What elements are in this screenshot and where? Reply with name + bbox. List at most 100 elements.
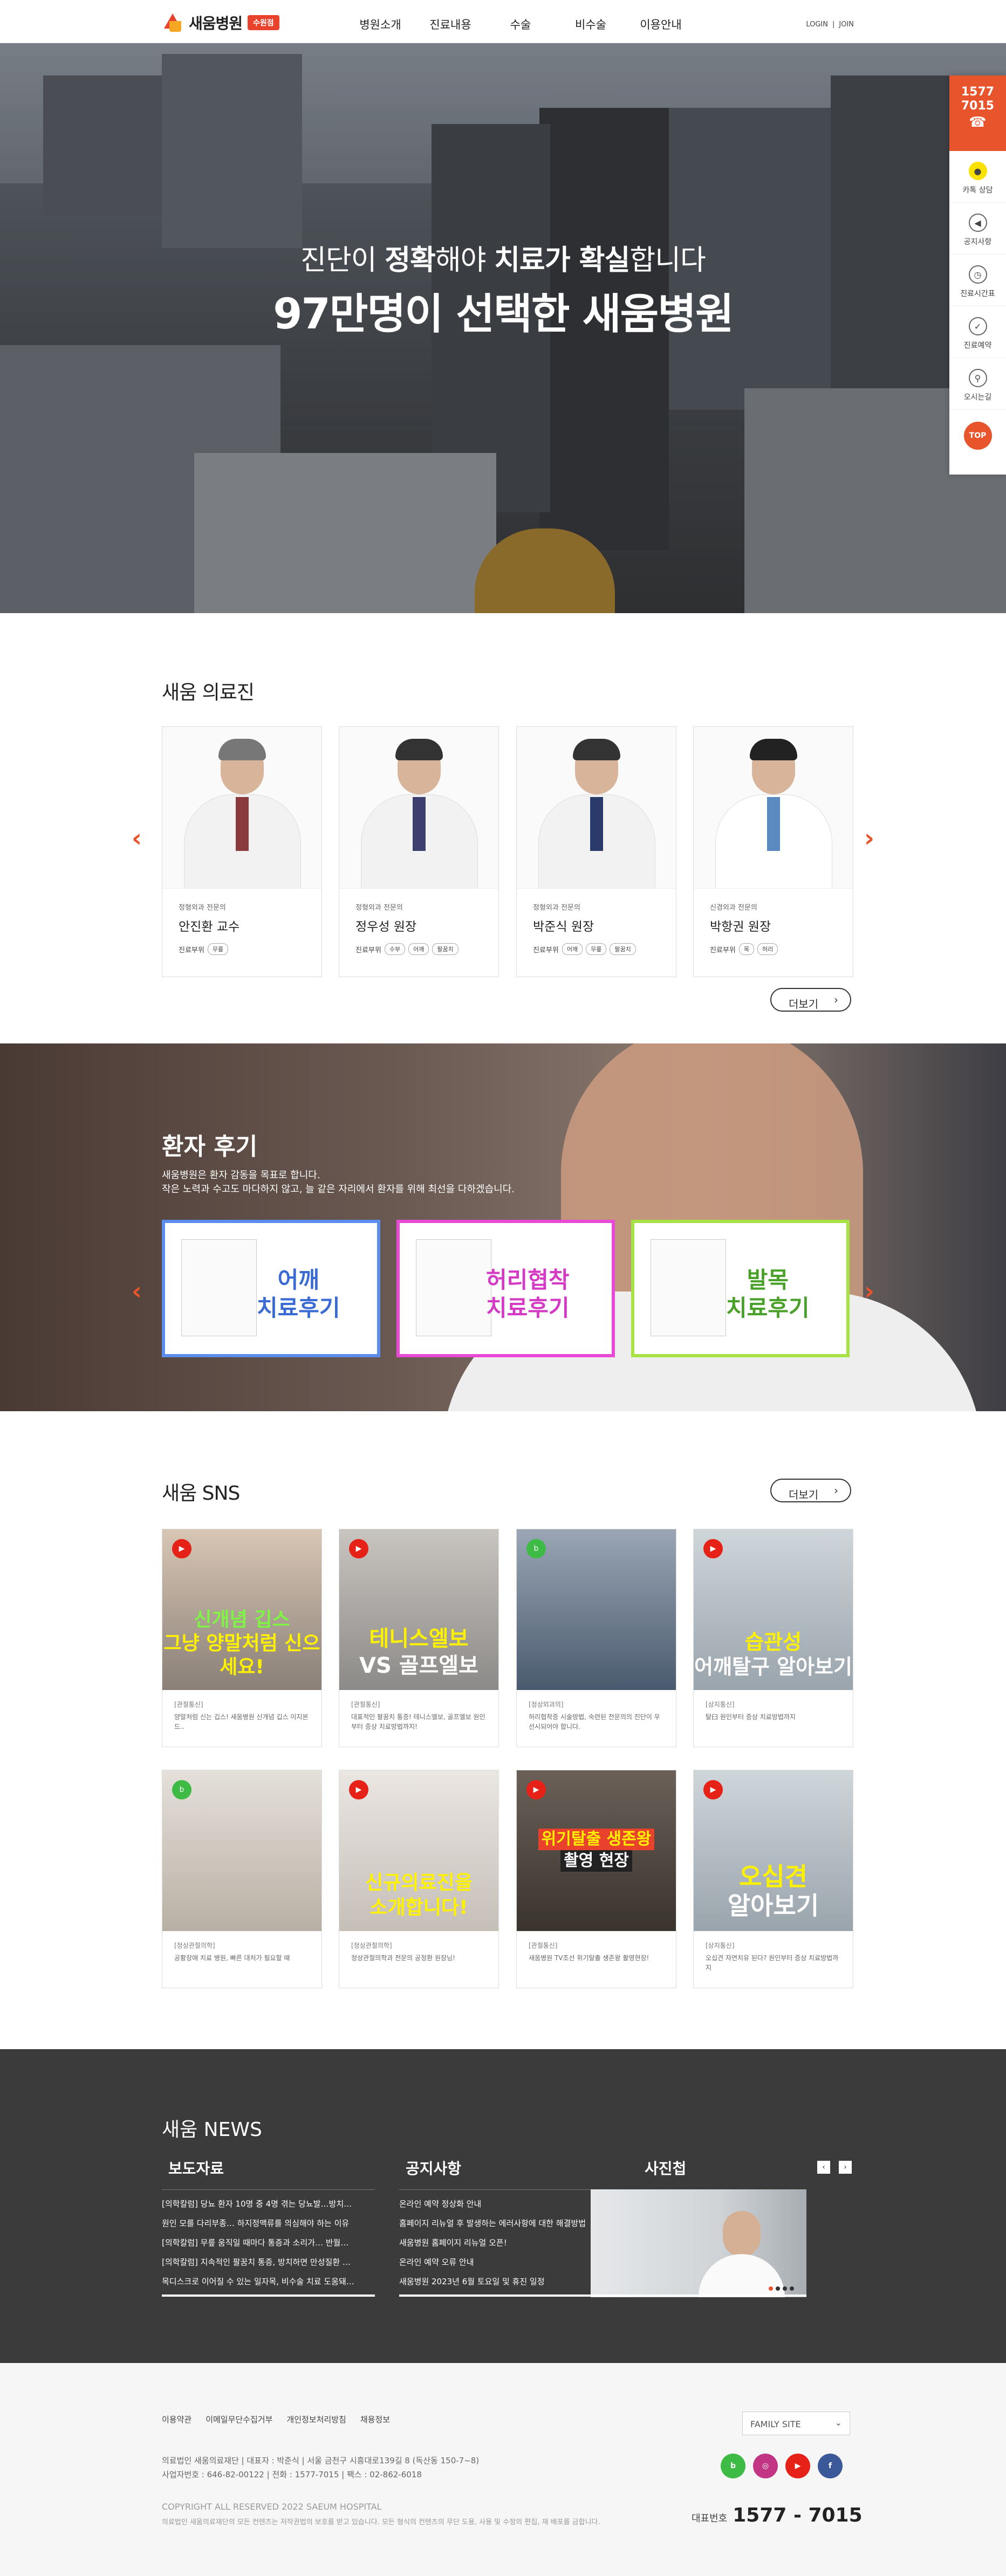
- nav-item-treatment[interactable]: 진료내용: [415, 16, 485, 32]
- doctors-more-button[interactable]: 더보기 ›: [770, 988, 851, 1012]
- sns-text: 대표적인 팔꿈치 통증! 테니스엘보, 골프엘보 원인부터 증상 치료방법까지!: [351, 1713, 485, 1730]
- youtube-icon[interactable]: ▶: [785, 2454, 810, 2478]
- notice-item[interactable]: 홈페이지 리뉴얼 후 발생하는 에러사항에 대한 해결방법: [399, 2214, 612, 2233]
- review-section: 환자 후기 새움병원은 환자 감동을 목표로 합니다. 작은 노력과 수고도 마…: [0, 1043, 1006, 1411]
- press-item[interactable]: [의학칼럼] 당뇨 환자 10명 중 4명 겪는 당뇨발…방치…: [162, 2194, 375, 2214]
- sns-card[interactable]: b [정상외과의] 허리협착증 시술방법, 숙련된 전문의의 진단이 우선시되어…: [516, 1529, 676, 1747]
- sns-card[interactable]: ▶ 신규의료진을 소개합니다! [정상관절의학] 정상관절의학과 전문의 공정환 …: [339, 1770, 499, 1988]
- family-site-select[interactable]: FAMILY SITE ⌄: [742, 2412, 850, 2435]
- notice-item[interactable]: 새움병원 2023년 6월 토요일 및 휴진 일정: [399, 2272, 612, 2291]
- area-tag: 팔꿈치: [432, 943, 458, 955]
- notice-underline: [399, 2295, 612, 2297]
- sns-text: 허리협착증 시술방법, 숙련된 전문의의 진단이 우선시되어야 합니다.: [529, 1713, 660, 1730]
- notice-item[interactable]: 온라인 예약 오류 안내: [399, 2252, 612, 2272]
- review-card-spine[interactable]: 허리협착 치료후기: [396, 1220, 615, 1357]
- quick-reservation[interactable]: ✓ 진료예약: [949, 306, 1006, 358]
- footer-sns: b ◎ ▶ f: [721, 2454, 843, 2478]
- doctor-card[interactable]: 정형외과 전문의 박준식 원장 진료부위 어깨 무릎 팔꿈치: [516, 726, 676, 977]
- photo-next-button[interactable]: ›: [839, 2161, 852, 2174]
- review-document: [181, 1239, 257, 1336]
- sns-category: [정상관절의학]: [351, 1942, 392, 1949]
- nav-item-non-surgery[interactable]: 비수술: [556, 16, 626, 32]
- map-pin-icon: ⚲: [968, 369, 987, 387]
- sns-card[interactable]: ▶ 오십견 알아보기 [상지통신] 오십견 자연치유 된다? 원인부터 증상 치료…: [693, 1770, 853, 1988]
- quick-phone[interactable]: 1577 7015 ☎: [949, 75, 1006, 151]
- sns-category: [상지통신]: [706, 1942, 735, 1949]
- doctor-card[interactable]: 신경외과 전문의 박항권 원장 진료부위 목 허리: [693, 726, 853, 977]
- nav-item-guide[interactable]: 이용안내: [626, 16, 696, 32]
- sns-thumbnail: ▶ 테니스엘보 VS 골프엘보: [339, 1529, 498, 1690]
- login-link[interactable]: LOGIN: [806, 20, 828, 29]
- youtube-icon: ▶: [349, 1539, 368, 1558]
- review-card-shoulder[interactable]: 어깨 치료후기: [162, 1220, 380, 1357]
- review-prev-arrow-icon[interactable]: ‹: [132, 1276, 142, 1306]
- photo-underline: [591, 2295, 806, 2297]
- area-tag: 허리: [757, 943, 778, 955]
- review-card-label: 발목 치료후기: [726, 1267, 810, 1321]
- press-item[interactable]: [의학칼럼] 지속적인 팔꿈치 통증, 방치하면 만성질환 …: [162, 2252, 375, 2272]
- site-header: 새움병원 수원점 병원소개 진료내용 수술 비수술 이용안내 LOGIN | J…: [0, 0, 1006, 43]
- doctor-photo: [162, 727, 321, 889]
- sns-thumbnail: b: [517, 1529, 676, 1690]
- photo-slide[interactable]: [591, 2189, 806, 2297]
- quick-schedule[interactable]: ◷ 진료시간표: [949, 255, 1006, 306]
- site-footer: 이용약관 이메일무단수집거부 개인정보처리방침 채용정보 의료법인 새움의료재단…: [0, 2363, 1006, 2576]
- doctor-photo: [694, 727, 853, 889]
- sns-thumbnail: ▶ 신개념 깁스 그냥 양말처럼 신으세요!: [162, 1529, 321, 1690]
- hero-title: 진단이 정확해야 치료가 확실합니다: [300, 244, 706, 277]
- doctor-card[interactable]: 정형외과 전문의 정우성 원장 진료부위 수부 어깨 팔꿈치: [339, 726, 499, 977]
- press-item[interactable]: [의학칼럼] 무릎 움직일 때마다 통증과 소리가… 반월…: [162, 2233, 375, 2252]
- sns-thumbnail: ▶ 위기탈출 생존왕촬영 현장: [517, 1770, 676, 1931]
- quick-location[interactable]: ⚲ 오시는길: [949, 358, 1006, 410]
- sns-text: 양말처럼 신는 깁스! 새움병원 신개념 깁스 이지본드..: [174, 1713, 309, 1730]
- sns-thumbnail: ▶ 습관성 어깨탈구 알아보기: [694, 1529, 853, 1690]
- notice-item[interactable]: 온라인 예약 정상화 안내: [399, 2194, 612, 2214]
- quick-notice[interactable]: ◀ 공지사항: [949, 203, 1006, 255]
- logo-text: 새움병원: [189, 15, 243, 32]
- sns-category: [관절통신]: [174, 1701, 203, 1708]
- photo-prev-button[interactable]: ‹: [817, 2161, 830, 2174]
- notice-item[interactable]: 새움병원 홈페이지 리뉴얼 오픈!: [399, 2233, 612, 2252]
- top-button[interactable]: TOP: [963, 422, 992, 450]
- sns-card[interactable]: ▶ 신개념 깁스 그냥 양말처럼 신으세요! [관절통신] 양말처럼 신는 깁스!…: [162, 1529, 322, 1747]
- sns-card[interactable]: ▶ 테니스엘보 VS 골프엘보 [관절통신] 대표적인 팔꿈치 통증! 테니스엘보…: [339, 1529, 499, 1747]
- news-section: 새움 NEWS 보도자료 [의학칼럼] 당뇨 환자 10명 중 4명 겪는 당뇨…: [0, 2049, 1006, 2363]
- nav-item-about[interactable]: 병원소개: [345, 16, 415, 32]
- doctor-area-label: 진료부위: [710, 946, 736, 954]
- blog-icon[interactable]: b: [721, 2454, 745, 2478]
- sns-category: [상지통신]: [706, 1701, 735, 1708]
- footer-link-privacy[interactable]: 개인정보처리방침: [286, 2414, 346, 2425]
- sns-more-button[interactable]: 더보기 ›: [770, 1479, 851, 1502]
- footer-link-terms[interactable]: 이용약관: [162, 2414, 191, 2425]
- sns-card[interactable]: ▶ 위기탈출 생존왕촬영 현장 [관절통신] 새움병원 TV조선 위기탈출 생존…: [516, 1770, 676, 1988]
- review-card-ankle[interactable]: 발목 치료후기: [631, 1220, 850, 1357]
- sns-text: 새움병원 TV조선 위기탈출 생존왕 촬영현장!: [529, 1954, 649, 1962]
- hero-building: [162, 54, 302, 248]
- review-next-arrow-icon[interactable]: ›: [864, 1276, 874, 1306]
- util-menu: LOGIN | JOIN: [806, 20, 854, 29]
- press-item[interactable]: 원인 모를 다리부종… 하지정맥류를 의심해야 하는 이유: [162, 2214, 375, 2233]
- sns-card[interactable]: b [정상관절의학] 공황장애 치료 병원, 빠른 대처가 필요할 때: [162, 1770, 322, 1988]
- instagram-icon[interactable]: ◎: [753, 2454, 778, 2478]
- footer-link-recruit[interactable]: 채용정보: [360, 2414, 390, 2425]
- sns-card[interactable]: ▶ 습관성 어깨탈구 알아보기 [상지통신] 탈臼 원인부터 증상 치료방법까지: [693, 1529, 853, 1747]
- press-item[interactable]: 목디스크로 이어질 수 있는 일자목, 비수술 치료 도움돼…: [162, 2272, 375, 2291]
- doctor-dept: 정형외과 전문의: [179, 904, 226, 912]
- doctor-name: 안진환 교수: [179, 920, 240, 934]
- doctor-card[interactable]: 정형외과 전문의 안진환 교수 진료부위 무릎: [162, 726, 322, 977]
- area-tag: 무릎: [586, 943, 607, 955]
- sns-category: [관절통신]: [351, 1701, 380, 1708]
- page: 새움병원 수원점 병원소개 진료내용 수술 비수술 이용안내 LOGIN | J…: [0, 0, 1006, 2576]
- news-title: 새움 NEWS: [162, 2119, 262, 2141]
- doctors-prev-arrow-icon[interactable]: ‹: [132, 823, 142, 853]
- press-underline: [162, 2295, 375, 2297]
- logo[interactable]: 새움병원 수원점: [162, 12, 279, 33]
- doctors-next-arrow-icon[interactable]: ›: [864, 823, 874, 853]
- nav-item-surgery[interactable]: 수술: [485, 16, 556, 32]
- hero-subtitle: 97만명이 선택한 새움병원: [273, 290, 734, 339]
- join-link[interactable]: JOIN: [839, 20, 854, 29]
- footer-link-email[interactable]: 이메일무단수집거부: [206, 2414, 272, 2425]
- quick-kakao[interactable]: ● 카톡 상담: [949, 151, 1006, 203]
- facebook-icon[interactable]: f: [818, 2454, 843, 2478]
- sns-text: 탈臼 원인부터 증상 치료방법까지: [706, 1713, 796, 1721]
